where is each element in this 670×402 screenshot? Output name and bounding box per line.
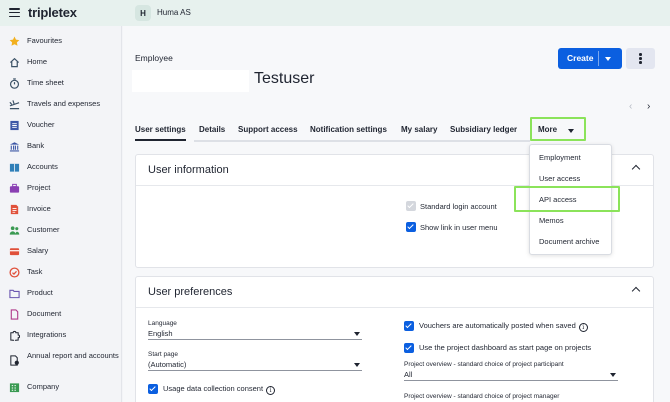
sidebar-item-customer[interactable]: Customer [0,220,122,240]
show-link-checkbox[interactable] [406,222,416,232]
create-button[interactable]: Create [558,48,622,69]
chevron-right-icon[interactable]: › [647,101,650,112]
people-icon [9,225,20,236]
manager-label: Project overview - standard choice of pr… [404,393,560,400]
api-access-highlight [514,186,620,212]
report-icon [9,355,20,366]
info-icon[interactable]: i [578,323,588,332]
check-circle-icon [9,266,20,278]
tab-notification-settings[interactable]: Notification settings [310,125,387,141]
sidebar-item-product[interactable]: Product [0,283,122,303]
sidebar-item-time-sheet[interactable]: Time sheet [0,73,122,93]
standard-login-checkbox [406,201,416,211]
bank-icon [9,141,20,152]
document-icon [9,308,20,320]
plane-icon [9,99,20,110]
sidebar: Favourites Home Time sheet Travels and e… [0,26,122,402]
start-page-label: Start page [148,351,178,358]
company-name[interactable]: Huma AS [157,8,191,17]
user-preferences-header[interactable]: User preferences [136,277,653,308]
chevron-down-icon[interactable] [605,57,611,61]
wallet-icon [9,246,20,257]
vouchers-posted-label: Vouchers are automatically posted when s… [419,321,588,332]
stopwatch-icon [9,77,20,89]
tab-details[interactable]: Details [199,125,225,141]
star-icon [9,36,20,47]
sidebar-item-salary[interactable]: Salary [0,241,122,261]
hamburger-menu-icon[interactable] [9,8,20,17]
sidebar-item-task[interactable]: Task [0,262,122,282]
chevron-down-icon[interactable] [354,363,360,367]
voucher-icon [9,120,20,131]
employee-name-placeholder [132,70,249,92]
standard-login-label: Standard login account [420,202,497,211]
chevron-down-icon [568,129,574,133]
sidebar-item-home[interactable]: Home [0,52,122,72]
participant-select[interactable]: All [404,370,412,379]
menu-item-employment[interactable]: Employment [539,153,581,162]
usage-consent-checkbox[interactable] [148,384,158,394]
sidebar-item-accounts[interactable]: Accounts [0,157,122,177]
chevron-down-icon[interactable] [354,332,360,336]
kebab-icon [639,53,642,56]
building-icon [9,382,20,393]
sidebar-item-bank[interactable]: Bank [0,136,122,156]
chevron-up-icon[interactable] [631,164,641,174]
top-bar: tripletex H Huma AS [0,0,670,26]
book-icon [9,162,20,173]
show-link-label: Show link in user menu [420,223,498,232]
page-title: Testuser [254,70,315,87]
chevron-left-icon[interactable]: ‹ [629,101,632,112]
sidebar-item-travels-and-expenses[interactable]: Travels and expenses [0,94,122,114]
menu-item-memos[interactable]: Memos [539,216,564,225]
tab-user-settings[interactable]: User settings [135,125,186,141]
language-select[interactable]: English [148,329,173,338]
folder-icon [9,288,20,299]
menu-item-user-access[interactable]: User access [539,174,580,183]
puzzle-icon [9,330,20,341]
tab-support-access[interactable]: Support access [238,125,298,141]
sidebar-item-voucher[interactable]: Voucher [0,115,122,135]
page-caption: Employee [135,53,173,63]
info-icon[interactable]: i [266,386,276,395]
sidebar-item-integrations[interactable]: Integrations [0,325,122,345]
app-logo[interactable]: tripletex [28,5,77,20]
project-dashboard-checkbox[interactable] [404,343,414,353]
tab-my-salary[interactable]: My salary [401,125,437,141]
project-dashboard-label: Use the project dashboard as start page … [419,343,592,352]
company-avatar[interactable]: H [135,5,151,21]
sidebar-item-company[interactable]: Company [0,377,122,397]
vouchers-posted-checkbox[interactable] [404,321,414,331]
sidebar-item-favourites[interactable]: Favourites [0,31,122,51]
more-options-button[interactable] [626,48,655,69]
invoice-icon [9,204,20,215]
tab-subsidiary-ledger[interactable]: Subsidiary ledger [450,125,517,141]
start-page-select[interactable]: (Automatic) [148,360,186,369]
chevron-down-icon[interactable] [610,373,616,377]
home-icon [9,57,20,68]
user-preferences-card: User preferences Language English Start … [135,276,654,402]
chevron-up-icon[interactable] [631,286,641,296]
sidebar-item-invoice[interactable]: Invoice [0,199,122,219]
briefcase-icon [9,183,20,194]
main-content: Employee Testuser Create ‹ › User settin… [123,26,670,402]
usage-consent-label: Usage data collection consent i [163,384,276,395]
participant-label: Project overview - standard choice of pr… [404,361,564,368]
sidebar-item-project[interactable]: Project [0,178,122,198]
sidebar-item-annual-report[interactable]: Annual report and accounts [0,349,122,373]
language-label: Language [148,320,177,327]
sidebar-item-document[interactable]: Document [0,304,122,324]
tab-more[interactable]: More [530,117,586,141]
menu-item-document-archive[interactable]: Document archive [539,237,599,246]
